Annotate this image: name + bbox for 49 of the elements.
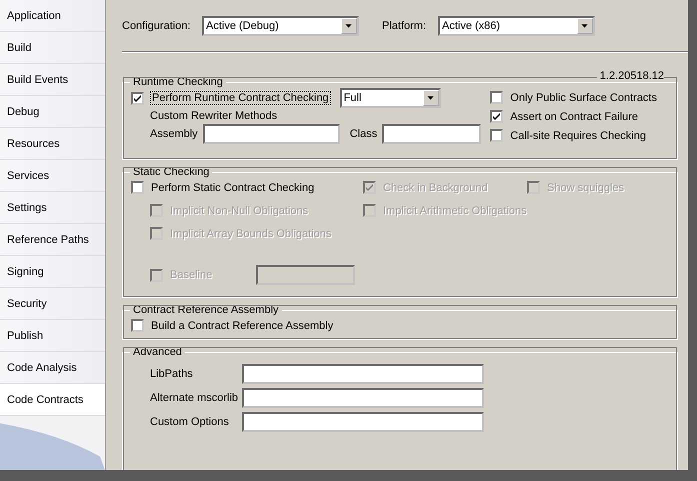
checkbox[interactable]: [131, 181, 144, 194]
checkbox[interactable]: [131, 92, 144, 104]
checkbox-label: Perform Static Contract Checking: [151, 182, 314, 194]
dropdown[interactable]: Active (x86): [438, 16, 595, 36]
field-label: LibPaths: [150, 368, 194, 380]
sidebar-item[interactable]: Settings: [0, 192, 105, 224]
checkbox[interactable]: [490, 110, 504, 123]
class-input[interactable]: [382, 124, 482, 144]
sidebar-item[interactable]: Security: [0, 288, 105, 320]
platform-label: Platform:: [382, 20, 428, 32]
dropdown[interactable]: Full: [340, 88, 441, 108]
sidebar-item[interactable]: Application: [0, 0, 105, 32]
checkbox[interactable]: [131, 319, 144, 332]
checkbox[interactable]: [490, 129, 504, 142]
version-label: 1.2.20518.12: [596, 70, 664, 82]
checkmark-icon: [365, 183, 374, 192]
checkbox[interactable]: [490, 91, 504, 104]
sidebar-item[interactable]: Publish: [0, 320, 105, 352]
sidebar-item[interactable]: Code Analysis: [0, 352, 105, 384]
checkmark-icon: [492, 112, 502, 121]
dropdown[interactable]: Active (Debug): [202, 16, 359, 36]
group-title: Runtime Checking: [132, 76, 224, 88]
checkbox-label: Perform Runtime Contract Checking: [151, 92, 330, 104]
sidebar-item[interactable]: Code Contracts: [0, 384, 105, 416]
text-input[interactable]: [242, 388, 484, 408]
field-label: Custom Options: [150, 416, 230, 428]
sidebar-item[interactable]: Reference Paths: [0, 224, 105, 256]
text-input[interactable]: [242, 412, 484, 432]
checkbox-label: Call-site Requires Checking: [510, 130, 646, 142]
sidebar-item[interactable]: Build Events: [0, 64, 105, 96]
group-title: Advanced: [132, 346, 183, 358]
checkbox-label: Assert on Contract Failure: [510, 110, 638, 122]
class-label: Class: [350, 128, 378, 140]
group-title: Static Checking: [132, 166, 210, 178]
sidebar-item[interactable]: Build: [0, 32, 105, 64]
checkbox-label: Build a Contract Reference Assembly: [151, 320, 334, 332]
text-input[interactable]: [242, 364, 484, 384]
sidebar-item[interactable]: Services: [0, 160, 105, 192]
custom-rewriter-label: Custom Rewriter Methods: [150, 110, 278, 122]
sidebar-item[interactable]: Resources: [0, 128, 105, 160]
sidebar-item[interactable]: Signing: [0, 256, 105, 288]
assembly-input[interactable]: [202, 124, 340, 144]
assembly-label: Assembly: [150, 128, 198, 140]
sidebar-item[interactable]: Debug: [0, 96, 105, 128]
group-title: Contract Reference Assembly: [132, 304, 280, 316]
configuration-label: Configuration:: [122, 20, 192, 32]
field-label: Alternate mscorlib: [150, 392, 240, 404]
checkmark-icon: [133, 94, 142, 102]
checkbox-label: Only Public Surface Contracts: [510, 92, 657, 104]
